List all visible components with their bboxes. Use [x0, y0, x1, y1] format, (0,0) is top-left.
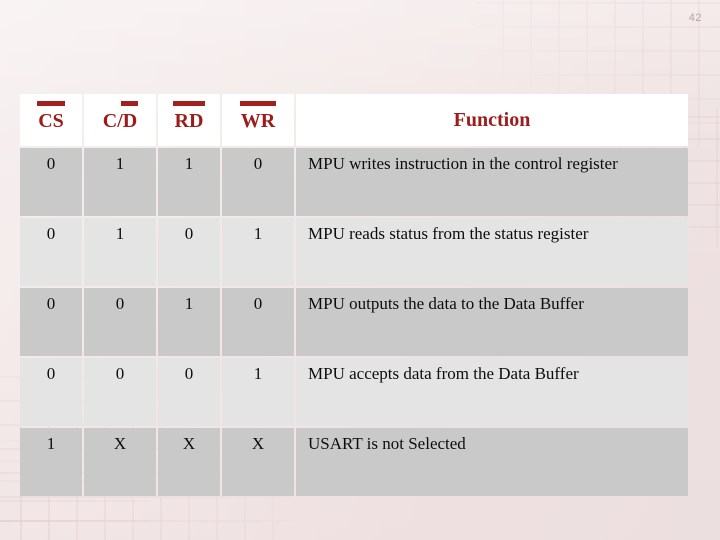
- usart-control-signals-truth-table: CS C/D RD WR Function 0 1 1 0 MPU writes…: [18, 92, 690, 498]
- cell-rd: 0: [158, 358, 220, 426]
- cell-cs: 0: [20, 358, 82, 426]
- cell-function: MPU outputs the data to the Data Buffer: [296, 288, 688, 356]
- cell-cd: 1: [84, 148, 156, 216]
- cell-cd: 1: [84, 218, 156, 286]
- cell-rd: 1: [158, 148, 220, 216]
- cell-cs: 0: [20, 218, 82, 286]
- table-row: 0 1 1 0 MPU writes instruction in the co…: [20, 148, 688, 216]
- column-header-cs: CS: [20, 94, 82, 146]
- overline-bar-icon: [173, 101, 205, 106]
- cell-function: MPU writes instruction in the control re…: [296, 148, 688, 216]
- cell-rd: 1: [158, 288, 220, 356]
- cell-rd: 0: [158, 218, 220, 286]
- cell-cs: 0: [20, 148, 82, 216]
- cell-cd: X: [84, 428, 156, 496]
- cd-signal-label: C/D: [102, 101, 138, 133]
- cell-wr: 0: [222, 148, 294, 216]
- table-row: 0 1 0 1 MPU reads status from the status…: [20, 218, 688, 286]
- table-header: CS C/D RD WR Function: [20, 94, 688, 146]
- table-row: 0 0 1 0 MPU outputs the data to the Data…: [20, 288, 688, 356]
- overline-bar-icon: [36, 101, 66, 106]
- column-header-cd: C/D: [84, 94, 156, 146]
- column-header-cs-text: CS: [38, 110, 64, 132]
- cell-wr: 1: [222, 218, 294, 286]
- cell-function: MPU reads status from the status registe…: [296, 218, 688, 286]
- cell-wr: 0: [222, 288, 294, 356]
- column-header-function: Function: [296, 94, 688, 146]
- cell-cs: 1: [20, 428, 82, 496]
- column-header-wr: WR: [222, 94, 294, 146]
- cell-cd: 0: [84, 358, 156, 426]
- cell-rd: X: [158, 428, 220, 496]
- page-number: 42: [688, 12, 702, 24]
- cell-wr: X: [222, 428, 294, 496]
- table-row: 1 X X X USART is not Selected: [20, 428, 688, 496]
- cell-function: USART is not Selected: [296, 428, 688, 496]
- cell-wr: 1: [222, 358, 294, 426]
- cell-cs: 0: [20, 288, 82, 356]
- cs-signal-label: CS: [36, 101, 66, 133]
- table-header-row: CS C/D RD WR Function: [20, 94, 688, 146]
- column-header-cd-text: C/D: [102, 110, 138, 132]
- column-header-rd-text: RD: [174, 110, 204, 132]
- overline-bar-icon: [120, 101, 138, 106]
- wr-signal-label: WR: [240, 101, 276, 133]
- cell-function: MPU accepts data from the Data Buffer: [296, 358, 688, 426]
- table-body: 0 1 1 0 MPU writes instruction in the co…: [20, 148, 688, 496]
- cell-cd: 0: [84, 288, 156, 356]
- rd-signal-label: RD: [173, 101, 205, 133]
- slide-canvas: 42 CS C/D RD WR Function 0 1 1 0 MPU wri…: [0, 0, 720, 540]
- column-header-rd: RD: [158, 94, 220, 146]
- table-row: 0 0 0 1 MPU accepts data from the Data B…: [20, 358, 688, 426]
- column-header-wr-text: WR: [240, 110, 276, 132]
- overline-bar-icon: [240, 101, 276, 106]
